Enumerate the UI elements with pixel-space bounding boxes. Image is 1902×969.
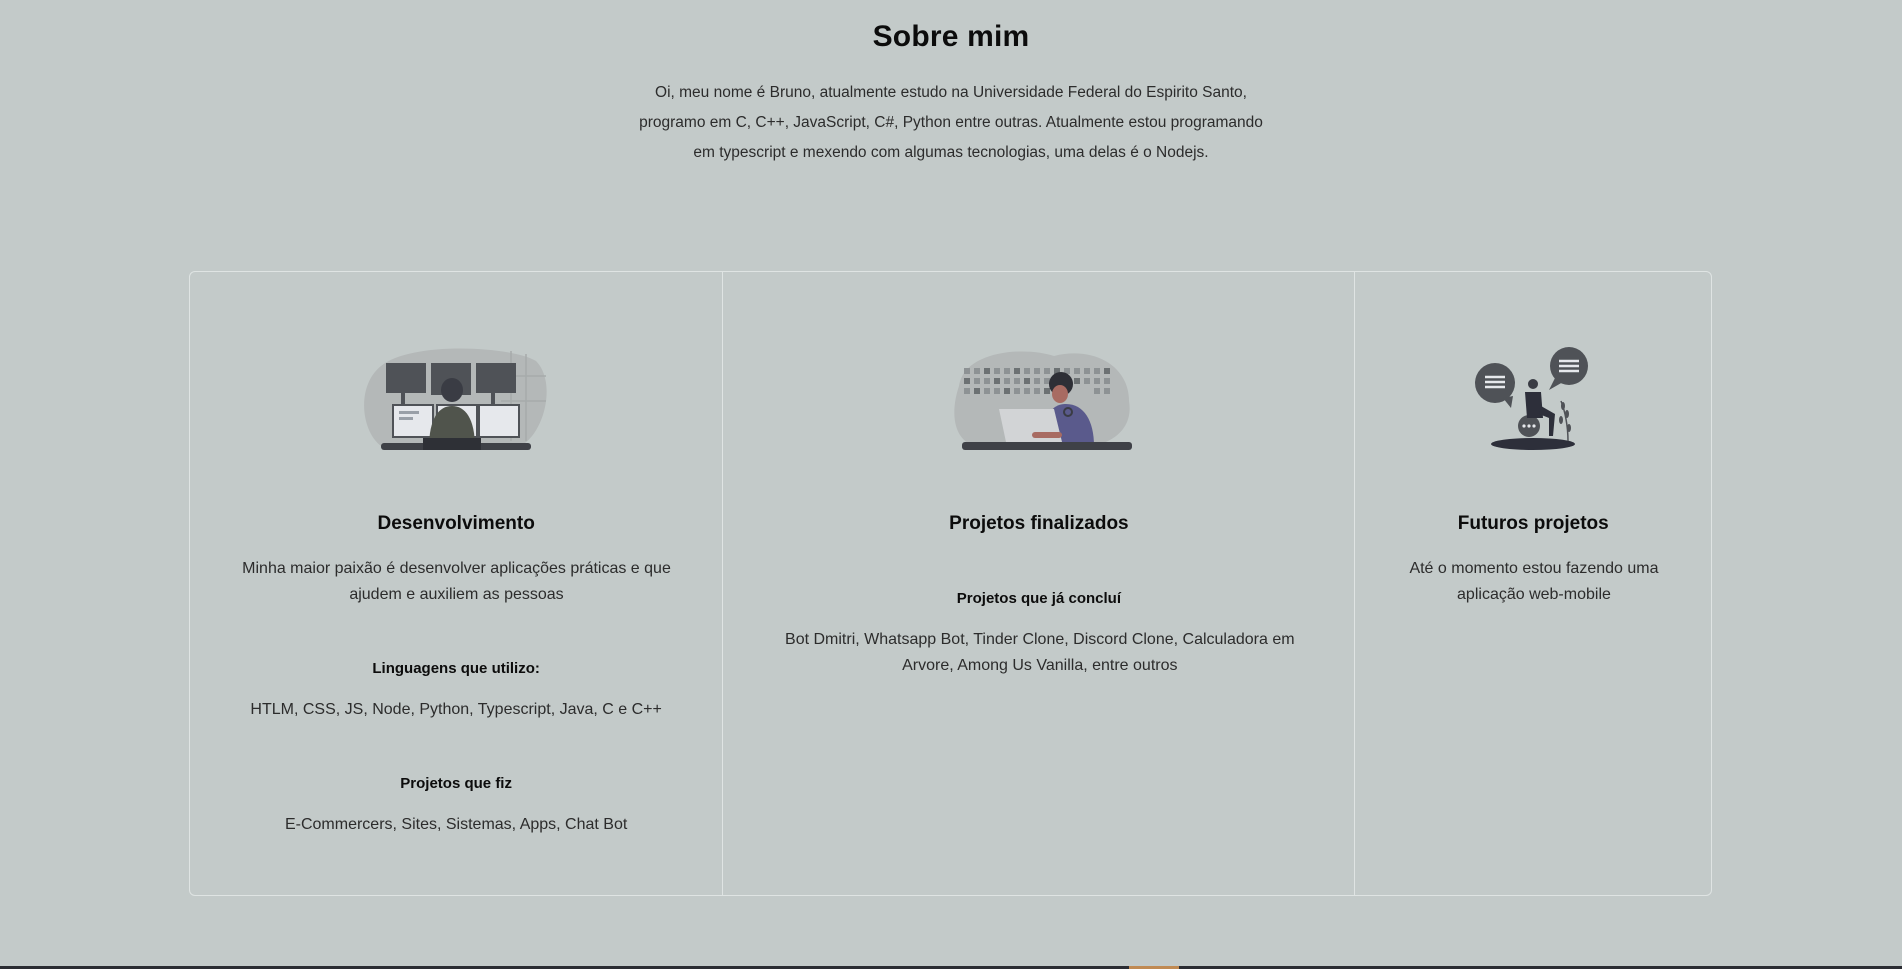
card-text: HTLM, CSS, JS, Node, Python, Typescript,… xyxy=(250,701,662,718)
chat-bubbles-illustration xyxy=(1475,347,1589,450)
about-line: Oi, meu nome é Bruno, atualmente estudo … xyxy=(655,84,1247,101)
about-text: Oi, meu nome é Bruno, atualmente estudo … xyxy=(631,78,1271,168)
card-projetos-finalizados: Projetos finalizados Projetos que já con… xyxy=(722,272,1354,895)
laptop-worker-illustration xyxy=(954,351,1132,450)
about-line: programo em C, C++, JavaScript, C#, Pyth… xyxy=(639,114,1263,131)
card-subtitle: Projetos que fiz xyxy=(400,775,512,792)
about-line: em typescript e mexendo com algumas tecn… xyxy=(693,144,1209,161)
card-subtitle: Linguagens que utilizo: xyxy=(372,660,540,677)
card-title: Futuros projetos xyxy=(1457,513,1609,534)
card-futuros-projetos: Futuros projetos Até o momento estou faz… xyxy=(1354,272,1711,895)
developer-monitors-illustration xyxy=(364,348,547,450)
card-desenvolvimento: Desenvolvimento Minha maior paixão é des… xyxy=(190,272,722,895)
card-title: Desenvolvimento xyxy=(377,513,535,534)
card-text: E-Commercers, Sites, Sistemas, Apps, Cha… xyxy=(284,816,628,833)
card-description: Minha maior paixão é desenvolver aplicaç… xyxy=(242,560,671,603)
card-subtitle: Projetos que já concluí xyxy=(956,590,1121,607)
card-description: Até o momento estou fazendo uma aplicaçã… xyxy=(1409,560,1659,603)
about-title: Sobre mim xyxy=(872,20,1030,53)
card-text: Bot Dmitri, Whatsapp Bot, Tinder Clone, … xyxy=(785,631,1295,674)
card-title: Projetos finalizados xyxy=(949,513,1129,534)
services-cards: Desenvolvimento Minha maior paixão é des… xyxy=(189,271,1712,896)
